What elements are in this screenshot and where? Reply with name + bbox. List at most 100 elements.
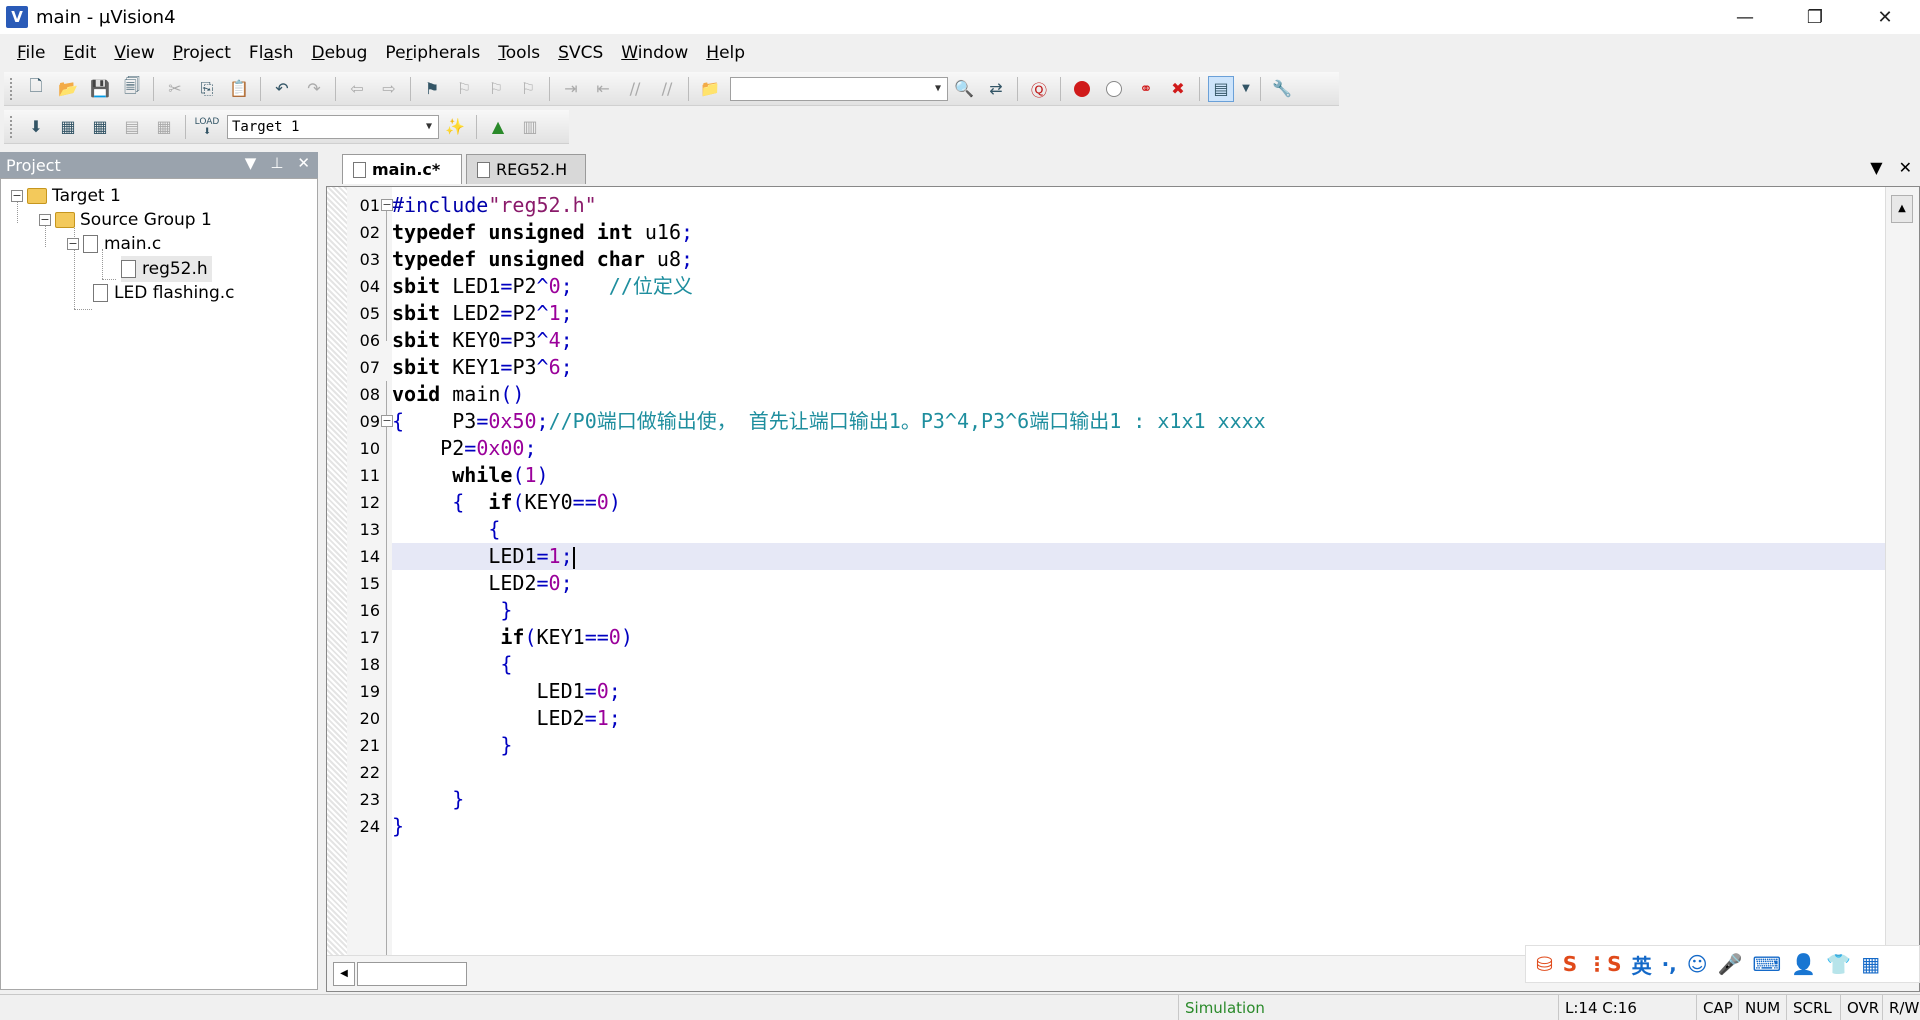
- disable-breakpoints-icon[interactable]: ⚭: [1133, 76, 1159, 102]
- collapse-toggle[interactable]: −: [67, 238, 79, 250]
- code-line[interactable]: 12 { if(KEY0==0): [360, 489, 1885, 516]
- chevron-down-icon[interactable]: ▼: [245, 154, 257, 172]
- menu-help[interactable]: Help: [697, 43, 754, 63]
- save-all-icon[interactable]: 🗐: [119, 76, 145, 102]
- indent-icon[interactable]: ⇥: [558, 76, 584, 102]
- code-line[interactable]: 17 if(KEY1==0): [360, 624, 1885, 651]
- editor-margin[interactable]: [327, 187, 347, 991]
- close-icon[interactable]: ✕: [297, 154, 310, 172]
- tree-item-main-c[interactable]: − main.c: [67, 231, 161, 257]
- kill-breakpoints-icon[interactable]: ✖: [1165, 76, 1191, 102]
- code-line[interactable]: 01− #include"reg52.h": [360, 192, 1885, 219]
- code-line[interactable]: 18 {: [360, 651, 1885, 678]
- code-line[interactable]: 08 void main(): [360, 381, 1885, 408]
- fold-toggle[interactable]: −: [381, 199, 393, 211]
- ime-lang-toggle[interactable]: 英: [1632, 950, 1652, 979]
- bookmark-next-icon[interactable]: ⚐: [483, 76, 509, 102]
- build-icon[interactable]: ▦: [55, 114, 81, 140]
- scroll-up-arrow-icon[interactable]: ▲: [1891, 195, 1913, 223]
- menu-file[interactable]: File: [8, 43, 54, 63]
- code-line[interactable]: 23 }: [360, 786, 1885, 813]
- insert-breakpoint-icon[interactable]: [1069, 76, 1095, 102]
- close-icon[interactable]: ✕: [1899, 158, 1912, 177]
- code-line[interactable]: 20 LED2=1;: [360, 705, 1885, 732]
- nav-back-icon[interactable]: ⇦: [344, 76, 370, 102]
- code-line[interactable]: 19 LED1=0;: [360, 678, 1885, 705]
- menu-window[interactable]: Window: [612, 43, 697, 63]
- load-download-icon[interactable]: LOAD ⬇: [194, 114, 220, 140]
- debug-session-icon[interactable]: Ⓠ: [1026, 76, 1052, 102]
- cut-icon[interactable]: ✂: [162, 76, 188, 102]
- code-line[interactable]: 05 sbit LED2=P2^1;: [360, 300, 1885, 327]
- batch-build-icon[interactable]: ▤: [119, 114, 145, 140]
- keyboard-icon[interactable]: ⌨: [1753, 952, 1782, 976]
- window-layout-icon[interactable]: ▤: [1208, 75, 1234, 102]
- find-in-files-icon[interactable]: 📁: [697, 76, 723, 102]
- chevron-down-icon[interactable]: ▼: [1240, 76, 1252, 102]
- copy-icon[interactable]: ⎘: [194, 76, 220, 102]
- tree-item-target[interactable]: − Target 1: [11, 183, 121, 209]
- sogou-logo-icon[interactable]: S: [1563, 952, 1577, 976]
- tree-item-led-flashing-c[interactable]: LED flashing.c: [93, 280, 235, 306]
- target-select[interactable]: Target 1 ▼: [227, 114, 439, 139]
- scroll-thumb[interactable]: [357, 962, 467, 986]
- chevron-down-icon[interactable]: ▼: [420, 116, 438, 138]
- menu-peripherals[interactable]: Peripherals: [376, 43, 489, 63]
- pin-icon[interactable]: ⊥: [270, 154, 283, 172]
- bookmark-clear-icon[interactable]: ⚐: [515, 76, 541, 102]
- target-options-icon[interactable]: ✨: [442, 114, 468, 140]
- menu-flash[interactable]: Flash: [240, 43, 303, 63]
- emoji-icon[interactable]: ☺: [1687, 952, 1708, 976]
- ime-skin-icon[interactable]: ⛁: [1536, 952, 1553, 976]
- code-line-current[interactable]: 14 LED1=1;: [360, 543, 1885, 570]
- code-line[interactable]: 11 while(1): [360, 462, 1885, 489]
- code-area[interactable]: 01− #include"reg52.h" 02 typedef unsigned …: [360, 187, 1885, 991]
- translate-icon[interactable]: ⬇: [23, 114, 49, 140]
- stop-build-icon[interactable]: ▦: [151, 114, 177, 140]
- uncomment-icon[interactable]: //: [654, 76, 680, 102]
- code-line[interactable]: 04 sbit LED1=P2^0; //位定义: [360, 273, 1885, 300]
- scroll-left-arrow-icon[interactable]: ◀: [333, 962, 355, 986]
- microphone-icon[interactable]: 🎤: [1718, 952, 1743, 976]
- find-combo[interactable]: ▼: [730, 76, 948, 101]
- code-line[interactable]: 06 sbit KEY0=P3^4;: [360, 327, 1885, 354]
- open-folder-icon[interactable]: 📂: [55, 76, 81, 102]
- code-line[interactable]: 22: [360, 759, 1885, 786]
- incremental-find-icon[interactable]: ⇄: [983, 76, 1009, 102]
- collapse-toggle[interactable]: −: [39, 214, 51, 226]
- code-line[interactable]: 15 LED2=0;: [360, 570, 1885, 597]
- restore-button[interactable]: ❐: [1780, 0, 1850, 34]
- new-file-icon[interactable]: 🗋: [23, 76, 49, 102]
- bookmark-toggle-icon[interactable]: ⚑: [419, 76, 445, 102]
- toolbar-grip[interactable]: [10, 115, 14, 138]
- code-line[interactable]: 09−{ P3=0x50;//P0端口做输出使， 首先让端口输出1。P3^4,P…: [360, 408, 1885, 435]
- unindent-icon[interactable]: ⇤: [590, 76, 616, 102]
- chevron-down-icon[interactable]: ▼: [1870, 158, 1882, 177]
- code-line[interactable]: 03 typedef unsigned char u8;: [360, 246, 1885, 273]
- menu-tools[interactable]: Tools: [489, 43, 549, 63]
- user-icon[interactable]: 👤: [1791, 952, 1816, 976]
- tab-reg52-h[interactable]: REG52.H: [466, 154, 586, 184]
- code-line[interactable]: 21 }: [360, 732, 1885, 759]
- code-line[interactable]: 24}: [360, 813, 1885, 840]
- bookmark-prev-icon[interactable]: ⚐: [451, 76, 477, 102]
- minimize-button[interactable]: —: [1710, 0, 1780, 34]
- shirt-skin-icon[interactable]: 👕: [1826, 952, 1851, 976]
- toolbar-grip[interactable]: [10, 77, 14, 100]
- vertical-scrollbar[interactable]: ▲: [1885, 187, 1919, 957]
- select-packs-icon[interactable]: ▥: [517, 114, 543, 140]
- menu-svcs[interactable]: SVCS: [549, 43, 612, 63]
- nav-forward-icon[interactable]: ⇨: [376, 76, 402, 102]
- code-line[interactable]: 13 {: [360, 516, 1885, 543]
- close-button[interactable]: ✕: [1850, 0, 1920, 34]
- collapse-toggle[interactable]: −: [11, 190, 23, 202]
- code-line[interactable]: 02 typedef unsigned int u16;: [360, 219, 1885, 246]
- undo-icon[interactable]: ↶: [269, 76, 295, 102]
- rebuild-icon[interactable]: ▦: [87, 114, 113, 140]
- sogou-brand-icon[interactable]: ⋮S: [1587, 952, 1621, 976]
- chevron-down-icon[interactable]: ▼: [929, 78, 947, 100]
- find-icon[interactable]: 🔍: [951, 76, 977, 102]
- grid-menu-icon[interactable]: ▦: [1861, 952, 1880, 976]
- enable-breakpoint-icon[interactable]: [1101, 76, 1127, 102]
- code-line[interactable]: 10 P2=0x00;: [360, 435, 1885, 462]
